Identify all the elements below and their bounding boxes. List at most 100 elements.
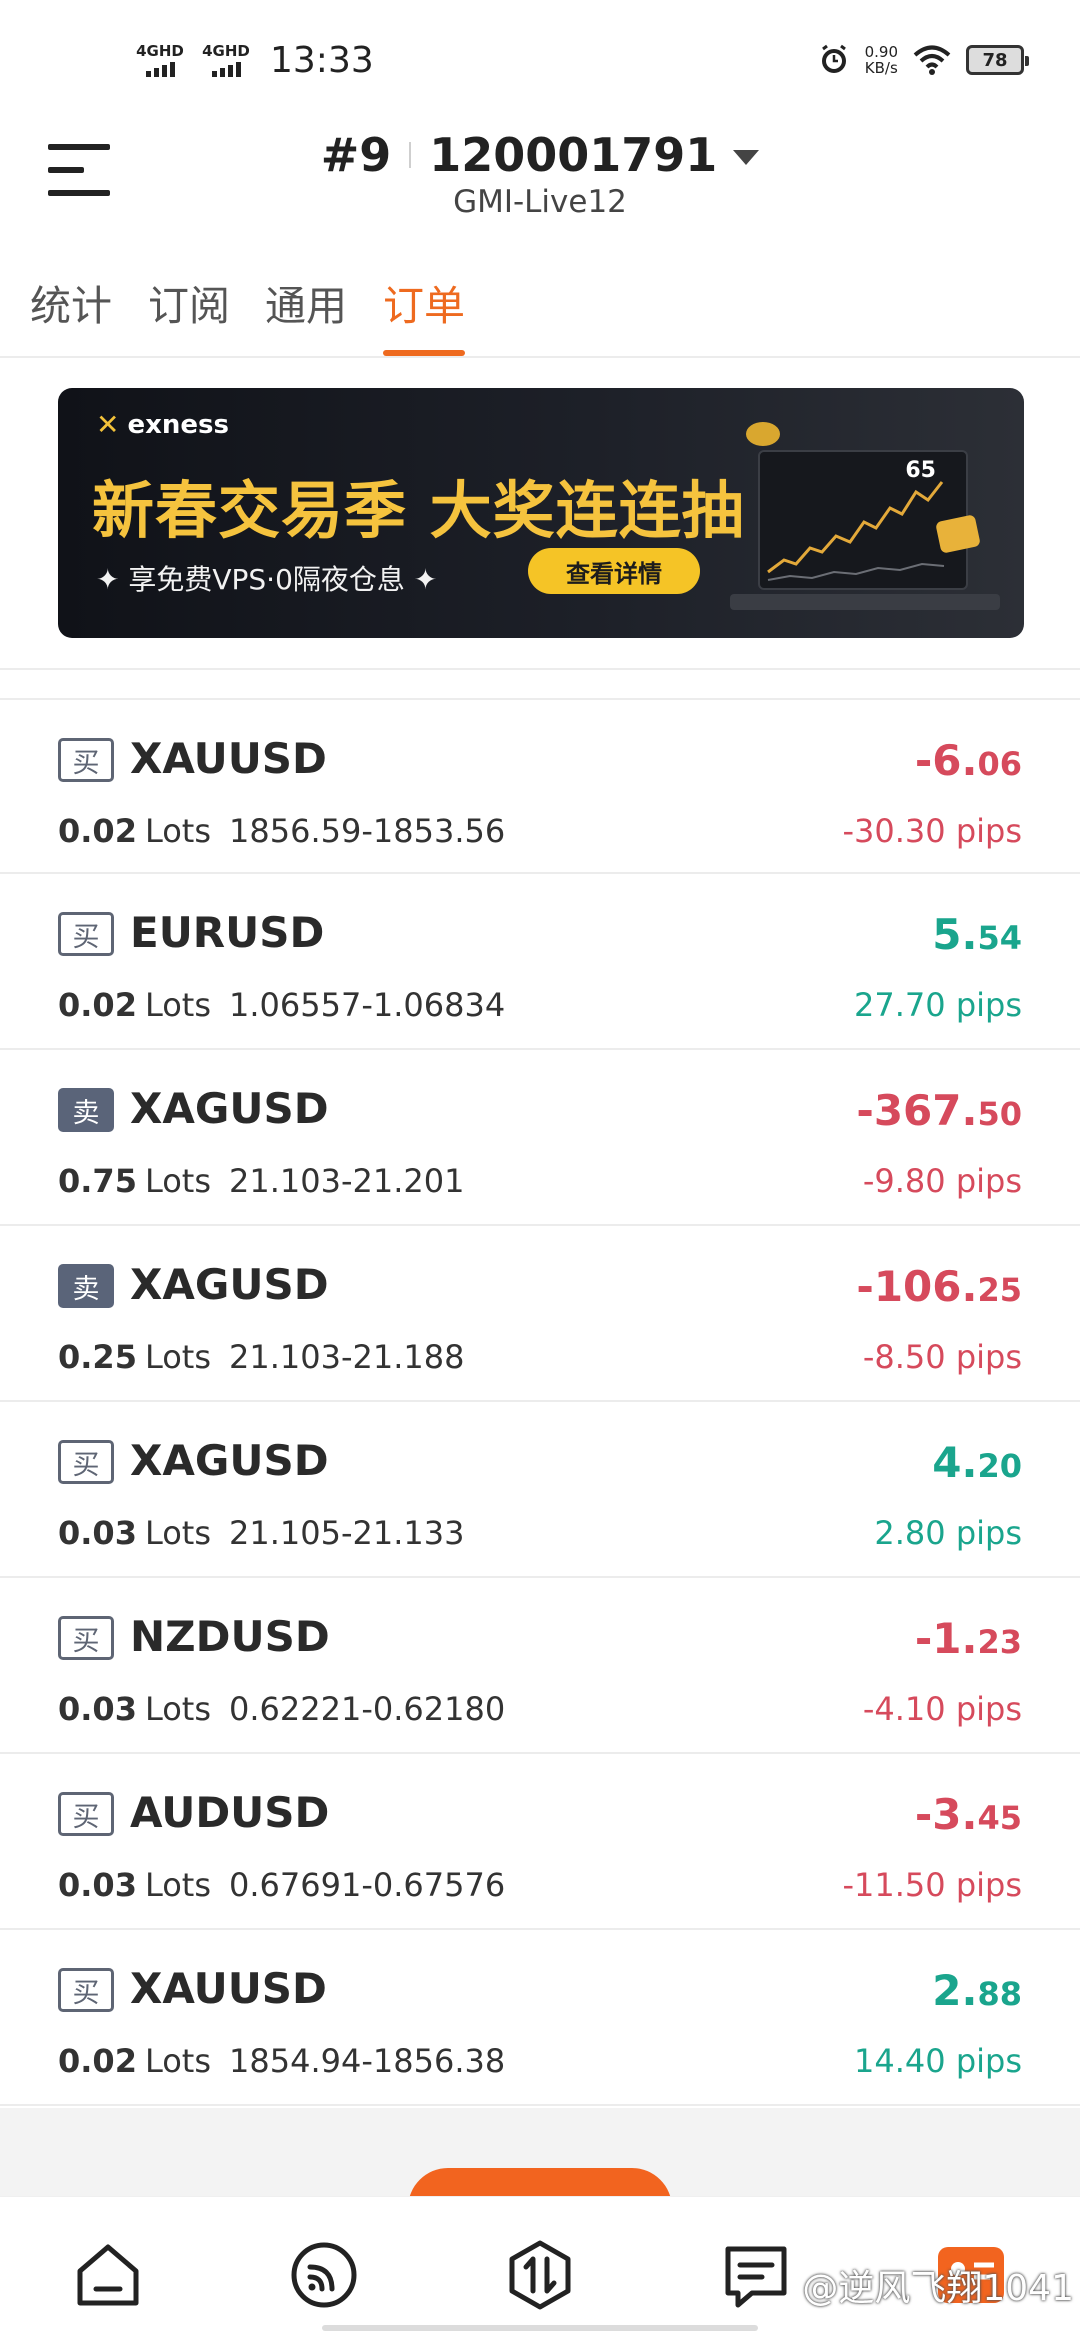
- buy-badge: 买: [58, 1792, 114, 1836]
- order-details: 0.02 Lots 1.06557-1.06834: [58, 986, 505, 1024]
- order-lots-unit: Lots: [144, 1690, 212, 1728]
- exness-mark-icon: ✕: [96, 408, 120, 441]
- sell-badge: 卖: [58, 1088, 114, 1132]
- order-details: 0.03 Lots 0.67691-0.67576: [58, 1866, 505, 1904]
- order-price-range: 1.06557-1.06834: [229, 986, 506, 1024]
- speed-value: 0.90: [864, 43, 898, 61]
- order-profit: -106.25: [856, 1262, 1022, 1311]
- status-bar: 4GHD 4GHD 13:33 0.90 KB/s 78: [0, 0, 1080, 120]
- order-row[interactable]: 买 NZDUSD 0.03 Lots 0.62221-0.62180 -1.23 -4.10…: [0, 1578, 1080, 1754]
- account-selector[interactable]: #9 120001791: [0, 120, 1080, 190]
- order-lots-unit: Lots: [144, 1162, 212, 1200]
- order-symbol: XAGUSD: [130, 1436, 329, 1485]
- signal-icon-sim1: 4GHD: [134, 43, 186, 77]
- order-profit-integer: -3.: [914, 1790, 978, 1839]
- order-symbol: XAGUSD: [130, 1084, 329, 1133]
- status-time: 13:33: [270, 39, 374, 81]
- tv-stand-illustration: [730, 594, 1000, 610]
- order-profit-decimal: 88: [977, 1975, 1022, 2013]
- order-lots-unit: Lots: [144, 1338, 212, 1376]
- sell-badge: 卖: [58, 1264, 114, 1308]
- order-lots: 0.03: [58, 1866, 137, 1904]
- order-price-range: 1856.59-1853.56: [229, 812, 506, 850]
- order-pips: 27.70 pips: [854, 986, 1022, 1024]
- order-row[interactable]: 买 XAUUSD 0.02 Lots 1856.59-1853.56 -6.06 -30.3…: [0, 698, 1080, 874]
- order-lots-unit: Lots: [144, 1514, 212, 1552]
- tab-subscribe[interactable]: 订阅: [148, 272, 230, 342]
- banner-subtitle: ✦ 享免费VPS·0隔夜仓息 ✦: [96, 563, 438, 596]
- signal-icon-sim2: 4GHD: [200, 43, 252, 77]
- order-lots: 0.02: [58, 2042, 137, 2080]
- order-symbol: XAGUSD: [130, 1260, 329, 1309]
- order-lots-unit: Lots: [144, 812, 212, 850]
- order-row[interactable]: 买 AUDUSD 0.03 Lots 0.67691-0.67576 -3.45 -11.5…: [0, 1754, 1080, 1930]
- buy-badge: 买: [58, 1616, 114, 1660]
- messages-icon[interactable]: [718, 2237, 794, 2313]
- order-profit-decimal: 20: [977, 1447, 1022, 1485]
- order-details: 0.02 Lots 1854.94-1856.38: [58, 2042, 505, 2080]
- tab-general[interactable]: 通用: [265, 272, 347, 342]
- order-row[interactable]: 买 EURUSD 0.02 Lots 1.06557-1.06834 5.54 27.70 …: [0, 874, 1080, 1050]
- order-pips: -4.10 pips: [862, 1690, 1022, 1728]
- order-symbol: NZDUSD: [130, 1612, 330, 1661]
- battery-level: 78: [982, 49, 1008, 71]
- order-details: 0.75 Lots 21.103-21.201: [58, 1162, 465, 1200]
- order-profit-integer: 4.: [932, 1438, 978, 1487]
- order-pips: -11.50 pips: [842, 1866, 1022, 1904]
- signal-icon[interactable]: [286, 2237, 362, 2313]
- order-price-range: 21.103-21.188: [229, 1338, 465, 1376]
- network-type-1: 4GHD: [136, 42, 184, 60]
- orders-list: 买 XAUUSD 0.02 Lots 1856.59-1853.56 -6.06 -30.3…: [0, 698, 1080, 2106]
- order-lots-unit: Lots: [144, 2042, 212, 2080]
- chevron-down-icon: [733, 149, 760, 165]
- home-indicator[interactable]: [322, 2325, 758, 2331]
- close-all-button[interactable]: [408, 2168, 672, 2198]
- order-lots: 0.02: [58, 812, 137, 850]
- order-profit-decimal: 45: [977, 1799, 1022, 1837]
- order-row[interactable]: 卖 XAGUSD 0.25 Lots 21.103-21.188 -106.25 -8.50…: [0, 1226, 1080, 1402]
- order-price-range: 0.67691-0.67576: [229, 1866, 506, 1904]
- order-profit-decimal: 23: [977, 1623, 1022, 1661]
- tab-orders[interactable]: 订单: [383, 272, 465, 356]
- order-details: 0.25 Lots 21.103-21.188: [58, 1338, 465, 1376]
- order-price-range: 0.62221-0.62180: [229, 1690, 506, 1728]
- order-profit: 5.54: [932, 910, 1022, 959]
- order-profit: 2.88: [932, 1966, 1022, 2015]
- order-profit-integer: 2.: [932, 1966, 978, 2015]
- tv-chart-illustration: 65: [758, 450, 968, 590]
- order-profit-integer: -6.: [914, 736, 978, 785]
- order-lots: 0.03: [58, 1514, 137, 1552]
- order-profit: -3.45: [915, 1790, 1022, 1839]
- order-row[interactable]: 买 XAGUSD 0.03 Lots 21.105-21.133 4.20 2.80 pip…: [0, 1402, 1080, 1578]
- order-lots: 0.02: [58, 986, 137, 1024]
- order-profit-decimal: 50: [977, 1095, 1022, 1133]
- banner-details-button[interactable]: 查看详情: [528, 548, 700, 594]
- order-pips: -30.30 pips: [842, 812, 1022, 850]
- tab-bar: 统计 订阅 通用 订单: [0, 258, 1080, 358]
- order-profit-integer: -367.: [856, 1086, 978, 1135]
- bottom-navigation: @逆风飞翔1041: [0, 2196, 1080, 2340]
- order-lots-unit: Lots: [144, 1866, 212, 1904]
- order-price-range: 21.103-21.201: [229, 1162, 465, 1200]
- banner-score: 65: [905, 458, 936, 483]
- footer-area: [0, 2108, 1080, 2198]
- order-row[interactable]: 买 XAUUSD 0.02 Lots 1854.94-1856.38 2.88 14.40 …: [0, 1930, 1080, 2106]
- trade-icon[interactable]: [502, 2237, 578, 2313]
- order-profit: 4.20: [932, 1438, 1022, 1487]
- app-header: #9 120001791 GMI-Live12: [0, 120, 1080, 260]
- order-profit-integer: -106.: [856, 1262, 978, 1311]
- tab-statistics[interactable]: 统计: [30, 272, 112, 342]
- buy-badge: 买: [58, 738, 114, 782]
- order-row[interactable]: 卖 XAGUSD 0.75 Lots 21.103-21.201 -367.50 -9.80…: [0, 1050, 1080, 1226]
- order-details: 0.03 Lots 21.105-21.133: [58, 1514, 465, 1552]
- battery-icon: 78: [966, 45, 1029, 75]
- home-icon[interactable]: [70, 2237, 146, 2313]
- banner-headline: 新春交易季 大奖连连抽: [92, 474, 745, 547]
- alarm-icon: [821, 44, 846, 73]
- buy-badge: 买: [58, 912, 114, 956]
- order-symbol: XAUUSD: [130, 1964, 327, 2013]
- order-profit-decimal: 54: [977, 919, 1022, 957]
- order-lots: 0.25: [58, 1338, 137, 1376]
- order-pips: -9.80 pips: [862, 1162, 1022, 1200]
- promo-banner[interactable]: ✕ exness 新春交易季 大奖连连抽 ✦ 享免费VPS·0隔夜仓息 ✦ 查看…: [58, 388, 1024, 638]
